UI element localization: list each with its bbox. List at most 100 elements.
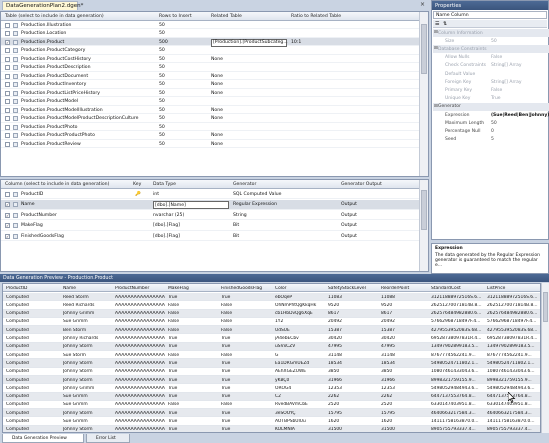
tab-error-list[interactable]: Error List	[86, 434, 130, 443]
tables-header-related[interactable]: Related Table	[211, 14, 242, 19]
preview-column-header[interactable]: StandardCost	[431, 286, 486, 291]
table-include-checkbox[interactable]	[5, 141, 10, 147]
table-row[interactable]: Production.ProductPhoto 50	[1, 123, 419, 132]
column-row[interactable]: ✓ MakeFlag [dbo].[Flag] Bit Output	[1, 221, 419, 231]
preview-row[interactable]: Computed Johnny Storm AAAAAAAAAAAAAAAA True…	[3, 409, 540, 418]
preview-column-header[interactable]: FinishedGoodsFlag	[221, 286, 273, 291]
preview-row[interactable]: Computed Johnny Storm AAAAAAAAAAAAAAAA True…	[3, 376, 540, 385]
property-row[interactable]: Size 50	[433, 37, 549, 45]
preview-column-header[interactable]: ProductID	[6, 286, 61, 291]
preview-column-header[interactable]: MakeFlag	[168, 286, 220, 291]
rows-to-insert[interactable]: 50	[159, 65, 165, 70]
property-row[interactable]: Maximum Length 50	[433, 119, 549, 127]
table-include-checkbox[interactable]	[5, 65, 10, 70]
columns-header-generator[interactable]: Generator	[233, 182, 256, 187]
table-row[interactable]: Production.ProductDocument 50 None	[1, 72, 419, 81]
preview-row[interactable]: Computed Johnny Storm AAAAAAAAAAAAAAAA True…	[3, 359, 540, 368]
property-row[interactable]: Percentage Null 0	[433, 127, 549, 135]
preview-column-header[interactable]: ProductNumber	[115, 286, 167, 291]
tables-scrollbar[interactable]	[419, 12, 428, 176]
related-table[interactable]: None	[211, 108, 223, 113]
column-row[interactable]: ProductID 🔑 int SQL Computed Value	[1, 189, 419, 199]
column-include-checkbox[interactable]: ✓	[5, 202, 10, 207]
property-category[interactable]: ⊟ Generator	[433, 102, 549, 111]
preview-row[interactable]: Computed Sue Grimm AAAAAAAAAAAAAAAA True Tru…	[3, 392, 540, 401]
preview-scroll-thumb[interactable]	[543, 292, 548, 322]
rows-to-insert[interactable]: 500	[159, 40, 168, 45]
table-row[interactable]: Production.ProductCategory 50	[1, 47, 419, 55]
ratio-to-related[interactable]: 10:1	[291, 40, 301, 45]
table-include-checkbox[interactable]	[5, 82, 10, 87]
property-value[interactable]: False	[491, 88, 502, 93]
columns-header-output[interactable]: Generator Output	[341, 182, 382, 187]
property-row[interactable]: Expression (Sue|Reed|Ben|Johnny) (Sto	[433, 111, 549, 119]
table-row[interactable]: Production.Location 50	[1, 30, 419, 38]
table-include-checkbox[interactable]	[5, 56, 10, 62]
related-table[interactable]: None	[211, 74, 223, 79]
preview-row[interactable]: Computed Johnny Richards AAAAAAAAAAAAAAAA T…	[3, 335, 540, 343]
property-value[interactable]: 50	[491, 121, 497, 126]
rows-to-insert[interactable]: 50	[159, 23, 165, 28]
column-row[interactable]: ✓ FinishedGoodsFlag [dbo].[Flag] Bit Output	[1, 231, 419, 241]
preview-row[interactable]: Computed Johnny Storm AAAAAAAAAAAAAAAA True…	[3, 425, 540, 432]
table-include-checkbox[interactable]	[5, 90, 10, 96]
column-generator[interactable]: SQL Computed Value	[233, 192, 282, 197]
related-table[interactable]: None	[211, 57, 223, 62]
alphabetical-icon[interactable]: ⇅	[443, 21, 447, 27]
property-value[interactable]: String[] Array	[491, 80, 522, 85]
table-row[interactable]: Production.ProductListPriceHistory 50 None	[1, 89, 419, 98]
table-row[interactable]: Production.ProductInventory 50 None	[1, 81, 419, 89]
property-value[interactable]: (Sue|Reed|Ben|Johnny) (Sto	[491, 113, 549, 118]
tables-scroll-thumb[interactable]	[421, 24, 427, 74]
preview-column-header[interactable]: Color	[275, 286, 327, 291]
table-row[interactable]: Production.Illustration 50	[1, 21, 419, 30]
preview-row[interactable]: Computed Sue Grimm AAAAAAAAAAAAAAAA True Tru…	[3, 418, 540, 426]
preview-row[interactable]: Computed Sue Grimm AAAAAAAAAAAAAAAA False Fa…	[3, 401, 540, 410]
table-row[interactable]: Production.ProductModel 50	[1, 98, 419, 106]
property-value[interactable]: 50	[491, 39, 497, 44]
property-value[interactable]: 5	[491, 137, 494, 142]
generator-output[interactable]: Output	[341, 223, 357, 228]
column-generator[interactable]: Bit	[233, 234, 239, 239]
tab-data-generation-preview[interactable]: Data Generation Preview	[2, 434, 84, 443]
table-row[interactable]: Production.ProductDescription 50	[1, 64, 419, 72]
preview-row[interactable]: Computed Reed Storm AAAAAAAAAAAAAAAA True Tr…	[3, 293, 540, 302]
table-include-checkbox[interactable]	[5, 133, 10, 138]
preview-row[interactable]: Computed Ben Storm AAAAAAAAAAAAAAAA False Fa…	[3, 326, 540, 335]
tables-header-ratio[interactable]: Ratio to Related Table	[291, 14, 341, 19]
property-value[interactable]: False	[491, 55, 502, 60]
property-value[interactable]: String[] Array	[491, 63, 522, 68]
columns-scrollbar[interactable]	[419, 180, 428, 271]
table-include-checkbox[interactable]	[5, 107, 10, 113]
property-row[interactable]: Check Constraints String[] Array	[433, 62, 549, 70]
rows-to-insert[interactable]: 50	[159, 57, 165, 62]
table-row[interactable]: Production.ProductProductPhoto 50 None	[1, 132, 419, 140]
preview-row[interactable]: Computed Johnny Grimm AAAAAAAAAAAAAAAA True…	[3, 384, 540, 393]
rows-to-insert[interactable]: 50	[159, 48, 165, 53]
rows-to-insert[interactable]: 50	[159, 116, 165, 121]
related-table[interactable]: None	[211, 142, 223, 147]
rows-to-insert[interactable]: 50	[159, 74, 165, 79]
preview-column-header[interactable]: ReorderPoint	[381, 286, 429, 291]
preview-column-header[interactable]: SafetyStockLevel	[328, 286, 380, 291]
column-include-checkbox[interactable]	[5, 191, 10, 197]
related-table[interactable]: None	[211, 116, 223, 121]
rows-to-insert[interactable]: 50	[159, 91, 165, 96]
property-row[interactable]: Unique Key True	[433, 95, 549, 103]
property-category[interactable]: ⊟ Database Constraints	[433, 45, 549, 54]
preview-scrollbar[interactable]	[541, 283, 549, 433]
column-include-checkbox[interactable]: ✓	[5, 233, 10, 239]
property-row[interactable]: Seed 5	[433, 136, 549, 144]
property-row[interactable]: Foreign Key String[] Array	[433, 78, 549, 86]
column-row[interactable]: ✓ ProductNumber nvarchar (25) String Output	[1, 210, 419, 220]
column-row[interactable]: ✓ Name [dbo].[Name] Regular Expression Outpu…	[1, 199, 419, 210]
preview-row[interactable]: Computed Sue Storm AAAAAAAAAAAAAAAA False Fa…	[3, 351, 540, 360]
table-row[interactable]: ✓ Production.Product 500 [Production].[Prod…	[1, 38, 419, 47]
property-value[interactable]: 0	[491, 129, 494, 134]
generator-output[interactable]: Output	[341, 234, 357, 239]
related-table[interactable]: None	[211, 133, 223, 138]
related-table[interactable]: [Production].[ProductSubcateg...	[211, 38, 288, 47]
table-include-checkbox[interactable]	[5, 48, 10, 53]
tables-header-table[interactable]: Table (select to include in data generat…	[5, 14, 104, 19]
column-include-checkbox[interactable]: ✓	[5, 223, 10, 228]
